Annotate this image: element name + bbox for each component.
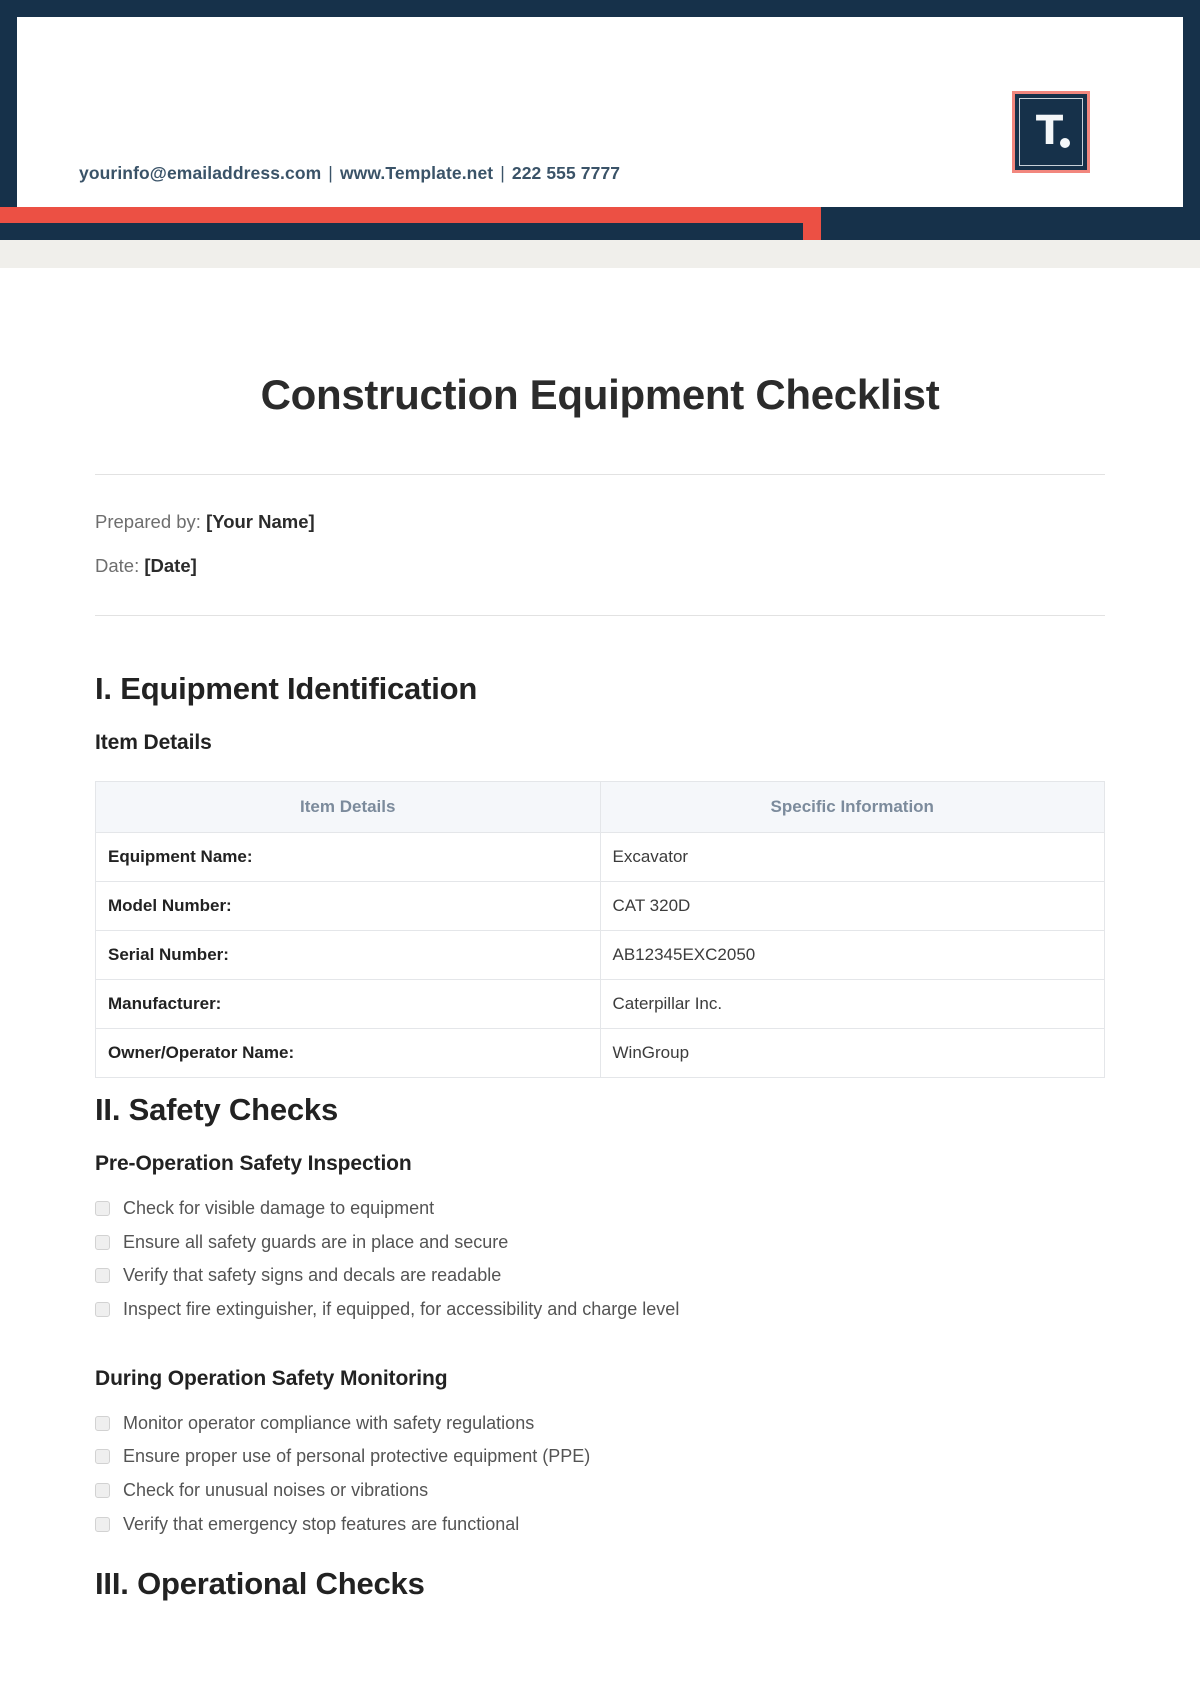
table-row: Model Number: CAT 320D	[95, 881, 1105, 931]
checkbox-icon[interactable]	[95, 1201, 110, 1216]
subheading-item-details: Item Details	[95, 731, 212, 754]
document-body: Construction Equipment Checklist Prepare…	[0, 268, 1200, 1602]
checklist-item-label: Verify that emergency stop features are …	[123, 1513, 520, 1534]
section-heading-safety-checks: II. Safety Checks	[95, 1092, 338, 1127]
table-cell-key: Manufacturer:	[95, 979, 601, 1029]
contact-separator-1: |	[328, 163, 333, 183]
contact-info-line: yourinfo@emailaddress.com | www.Template.n…	[79, 163, 620, 184]
section-heading-equipment-identification: I. Equipment Identification	[95, 671, 478, 706]
checkbox-icon[interactable]	[95, 1268, 110, 1284]
contact-website[interactable]: www.Template.net	[340, 163, 493, 183]
table-cell-key: Serial Number:	[95, 930, 601, 980]
table-cell-value[interactable]: WinGroup	[599, 1028, 1105, 1078]
brand-logo-letter: T	[1035, 108, 1063, 154]
table-row: Owner/Operator Name: WinGroup	[95, 1028, 1105, 1078]
meta-date-label: Date:	[95, 554, 140, 576]
contact-separator-2: |	[500, 163, 505, 183]
page-title: Construction Equipment Checklist	[260, 371, 940, 418]
checkbox-icon[interactable]	[95, 1516, 110, 1532]
checklist-item-label: Monitor operator compliance with safety …	[123, 1412, 535, 1433]
list-item[interactable]: Ensure all safety guards are in place an…	[95, 1232, 1105, 1253]
brand-logo: T	[1012, 91, 1090, 173]
checklist-during-operation-safety-monitoring: Monitor operator compliance with safety …	[95, 1413, 1105, 1535]
meta-prepared-by-label: Prepared by:	[95, 511, 201, 532]
list-item[interactable]: Check for unusual noises or vibrations	[95, 1480, 1105, 1501]
table-column-specific-information: Specific Information	[599, 781, 1105, 833]
checklist-item-label: Ensure proper use of personal protective…	[123, 1446, 591, 1467]
list-item[interactable]: Check for visible damage to equipment	[95, 1198, 1105, 1219]
list-item[interactable]: Monitor operator compliance with safety …	[95, 1413, 1105, 1434]
checklist-item-label: Check for unusual noises or vibrations	[123, 1480, 429, 1501]
checkbox-icon[interactable]	[95, 1302, 110, 1318]
list-item[interactable]: Ensure proper use of personal protective…	[95, 1446, 1105, 1467]
document-meta: Prepared by: [Your Name] Date: [Date]	[95, 475, 1105, 575]
table-cell-key: Model Number:	[95, 881, 601, 931]
subheading-pre-operation-safety-inspection: Pre-Operation Safety Inspection	[95, 1152, 412, 1175]
checklist-item-label: Check for visible damage to equipment	[123, 1198, 435, 1218]
header-spacer	[0, 240, 1200, 268]
meta-date: Date: [Date]	[95, 554, 1105, 576]
contact-email[interactable]: yourinfo@emailaddress.com	[79, 163, 321, 183]
table-cell-value[interactable]: Caterpillar Inc.	[599, 979, 1105, 1029]
table-body: Equipment Name: Excavator Model Number: …	[95, 832, 1105, 1078]
meta-date-value[interactable]: [Date]	[144, 555, 196, 576]
brand-logo-dot-icon	[1060, 138, 1070, 148]
checklist-item-label: Inspect fire extinguisher, if equipped, …	[123, 1299, 680, 1320]
document-page: yourinfo@emailaddress.com | www.Template.n…	[0, 0, 1200, 1701]
table-cell-key: Owner/Operator Name:	[95, 1028, 601, 1078]
checkbox-icon[interactable]	[95, 1415, 110, 1431]
table-column-item-details: Item Details	[95, 781, 601, 833]
table-head: Item Details Specific Information	[95, 781, 1105, 833]
table-cell-key: Equipment Name:	[95, 832, 601, 882]
checkbox-icon[interactable]	[95, 1483, 110, 1499]
checkbox-icon[interactable]	[95, 1449, 110, 1465]
list-item[interactable]: Verify that safety signs and decals are …	[95, 1265, 1105, 1286]
list-item[interactable]: Verify that emergency stop features are …	[95, 1514, 1105, 1535]
table-row: Manufacturer: Caterpillar Inc.	[95, 979, 1105, 1029]
table-cell-value[interactable]: Excavator	[599, 832, 1105, 882]
checkbox-icon[interactable]	[95, 1234, 110, 1250]
page-header: yourinfo@emailaddress.com | www.Template.n…	[0, 0, 1200, 240]
subheading-during-operation-safety-monitoring: During Operation Safety Monitoring	[95, 1366, 448, 1390]
checklist-item-label: Ensure all safety guards are in place an…	[123, 1231, 509, 1252]
header-navy-block	[803, 207, 1200, 240]
list-item[interactable]: Inspect fire extinguisher, if equipped, …	[95, 1299, 1105, 1320]
section-heading-operational-checks: III. Operational Checks	[95, 1565, 425, 1601]
table-header-row: Item Details Specific Information	[95, 781, 1105, 833]
brand-logo-inner: T	[1019, 98, 1083, 166]
header-red-tab	[803, 207, 821, 240]
meta-prepared-by: Prepared by: [Your Name]	[95, 511, 1105, 532]
table-row: Equipment Name: Excavator	[95, 832, 1105, 882]
checklist-pre-operation-safety-inspection: Check for visible damage to equipment En…	[95, 1198, 1105, 1320]
equipment-identification-table: Item Details Specific Information Equipm…	[95, 781, 1105, 1078]
header-red-rule	[0, 207, 803, 223]
table-row: Serial Number: AB12345EXC2050	[95, 930, 1105, 980]
contact-phone[interactable]: 222 555 7777	[512, 163, 620, 183]
meta-prepared-by-value[interactable]: [Your Name]	[206, 511, 315, 532]
checklist-item-label: Verify that safety signs and decals are …	[123, 1265, 502, 1286]
table-cell-value[interactable]: CAT 320D	[599, 881, 1105, 931]
header-white-card: yourinfo@emailaddress.com | www.Template.n…	[17, 17, 1183, 207]
table-cell-value[interactable]: AB12345EXC2050	[599, 930, 1105, 980]
